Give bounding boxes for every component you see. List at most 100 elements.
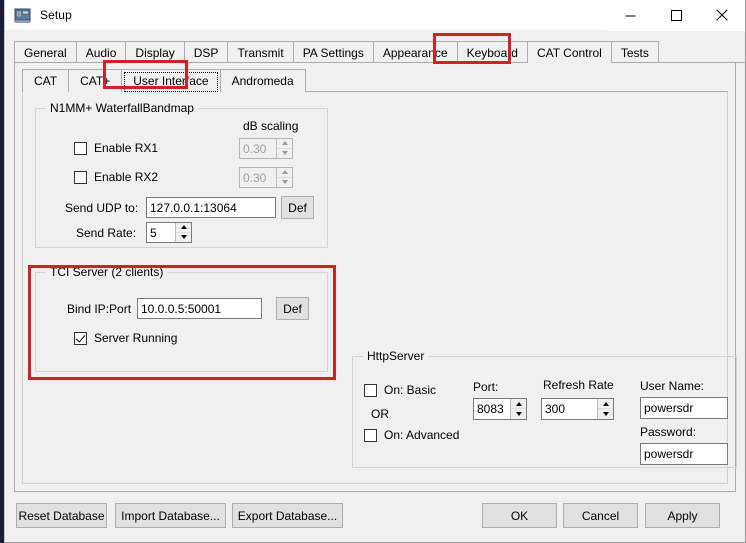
minimize-button[interactable] — [607, 0, 653, 31]
tab-label: CAT — [34, 74, 57, 88]
refresh-rate-spinner[interactable]: 300 — [541, 398, 614, 420]
send-rate-value: 5 — [147, 223, 175, 242]
export-database-button[interactable]: Export Database... — [232, 503, 343, 528]
tab-label: Display — [135, 46, 174, 60]
rx2-db-scaling-value: 0.30 — [240, 168, 276, 187]
cancel-button[interactable]: Cancel — [563, 503, 638, 528]
on-advanced-checkbox-row[interactable]: On: Advanced — [364, 428, 459, 442]
port-value: 8083 — [474, 399, 510, 419]
tab-user-interface[interactable]: User Interface — [121, 69, 220, 92]
maximize-button[interactable] — [653, 0, 699, 31]
enable-rx1-checkbox-row[interactable]: Enable RX1 — [74, 141, 158, 155]
rx2-spinner-down[interactable] — [277, 178, 292, 188]
enable-rx2-checkbox-row[interactable]: Enable RX2 — [74, 170, 158, 184]
rx1-spinner-up[interactable] — [277, 139, 292, 149]
tab-label: CAT Control — [537, 46, 602, 60]
send-udp-def-button[interactable]: Def — [281, 196, 314, 219]
on-advanced-checkbox[interactable] — [364, 429, 377, 442]
send-rate-spinner-buttons[interactable] — [175, 223, 191, 242]
on-advanced-label: On: Advanced — [384, 428, 459, 442]
waterfall-bandmap-group: N1MM+ WaterfallBandmap dB scaling Enable… — [35, 108, 328, 248]
group-title: HttpServer — [363, 349, 428, 363]
refresh-rate-spinner-buttons[interactable] — [597, 399, 613, 419]
tab-label: PA Settings — [303, 46, 364, 60]
enable-rx1-label: Enable RX1 — [94, 141, 158, 155]
transceiver-icon — [14, 7, 31, 24]
enable-rx2-label: Enable RX2 — [94, 170, 158, 184]
button-label: Apply — [667, 509, 697, 523]
button-label: Def — [283, 302, 302, 316]
reset-database-button[interactable]: Reset Database — [16, 503, 107, 528]
user-interface-tab-content: N1MM+ WaterfallBandmap dB scaling Enable… — [22, 91, 728, 484]
rx2-db-scaling-spinner[interactable]: 0.30 — [239, 167, 293, 188]
tab-general[interactable]: General — [14, 41, 77, 63]
send-udp-input[interactable]: 127.0.0.1:13064 — [146, 197, 276, 218]
port-spinner-down[interactable] — [511, 409, 526, 419]
tab-cat-control[interactable]: CAT Control — [527, 41, 612, 63]
tab-label: General — [24, 46, 67, 60]
send-rate-spinner[interactable]: 5 — [146, 222, 192, 243]
tab-label: CAT+ — [80, 74, 110, 88]
import-database-button[interactable]: Import Database... — [115, 503, 226, 528]
window-controls — [607, 0, 745, 31]
tab-pa-settings[interactable]: PA Settings — [293, 41, 374, 63]
tab-label: Tests — [621, 46, 649, 60]
user-name-value: powersdr — [644, 401, 693, 415]
server-running-label: Server Running — [94, 331, 177, 345]
tab-keyboard[interactable]: Keyboard — [457, 41, 528, 63]
cat-sub-tab-strip: CAT CAT+ User Interface Andromeda — [22, 68, 305, 92]
tab-audio[interactable]: Audio — [76, 41, 127, 63]
refresh-rate-value: 300 — [542, 399, 597, 419]
password-value: powersdr — [644, 447, 693, 461]
send-udp-value: 127.0.0.1:13064 — [150, 201, 237, 215]
button-label: Def — [288, 201, 307, 215]
button-label: Import Database... — [121, 509, 220, 523]
db-scaling-label: dB scaling — [243, 119, 298, 133]
send-rate-label: Send Rate: — [76, 226, 136, 240]
bind-ip-port-input[interactable]: 10.0.0.5:50001 — [137, 298, 262, 319]
cat-control-panel: CAT CAT+ User Interface Andromeda N1MM+ … — [14, 62, 736, 492]
tab-tests[interactable]: Tests — [611, 41, 659, 63]
port-spinner-up[interactable] — [511, 399, 526, 409]
user-name-input[interactable]: powersdr — [640, 397, 728, 419]
server-running-checkbox-row[interactable]: Server Running — [74, 331, 177, 345]
enable-rx1-checkbox[interactable] — [74, 142, 87, 155]
apply-button[interactable]: Apply — [645, 503, 720, 528]
refresh-rate-spinner-up[interactable] — [598, 399, 613, 409]
tab-label: User Interface — [133, 74, 208, 88]
tab-cat-plus[interactable]: CAT+ — [68, 69, 122, 92]
on-basic-label: On: Basic — [384, 383, 436, 397]
tab-appearance[interactable]: Appearance — [373, 41, 458, 63]
send-rate-spinner-down[interactable] — [176, 233, 191, 243]
rx2-spinner-up[interactable] — [277, 168, 292, 178]
rx1-spinner-down[interactable] — [277, 149, 292, 159]
rx1-db-scaling-spinner[interactable]: 0.30 — [239, 138, 293, 159]
server-running-checkbox[interactable] — [74, 332, 87, 345]
bind-def-button[interactable]: Def — [276, 297, 309, 320]
rx1-db-scaling-value: 0.30 — [240, 139, 276, 158]
port-spinner[interactable]: 8083 — [473, 398, 527, 420]
tab-display[interactable]: Display — [125, 41, 184, 63]
on-basic-checkbox[interactable] — [364, 384, 377, 397]
tab-andromeda[interactable]: Andromeda — [220, 69, 306, 92]
tci-server-group: TCI Server (2 clients) Bind IP:Port 10.0… — [35, 272, 328, 372]
rx2-spinner-buttons[interactable] — [276, 168, 292, 187]
ok-button[interactable]: OK — [482, 503, 557, 528]
password-input[interactable]: powersdr — [640, 443, 728, 465]
port-spinner-buttons[interactable] — [510, 399, 526, 419]
send-rate-spinner-up[interactable] — [176, 223, 191, 233]
enable-rx2-checkbox[interactable] — [74, 171, 87, 184]
main-tab-strip: General Audio Display DSP Transmit PA Se… — [14, 39, 745, 63]
close-button[interactable] — [699, 0, 745, 31]
tab-dsp[interactable]: DSP — [184, 41, 229, 63]
setup-window: Setup General Audio Display DSP Transmit… — [4, 0, 746, 543]
tab-label: Keyboard — [467, 46, 518, 60]
button-label: Cancel — [582, 509, 619, 523]
on-basic-checkbox-row[interactable]: On: Basic — [364, 383, 436, 397]
tab-transmit[interactable]: Transmit — [227, 41, 293, 63]
window-title: Setup — [40, 8, 72, 22]
refresh-rate-spinner-down[interactable] — [598, 409, 613, 419]
rx1-spinner-buttons[interactable] — [276, 139, 292, 158]
tab-cat[interactable]: CAT — [22, 69, 69, 92]
tab-label: Audio — [86, 46, 117, 60]
